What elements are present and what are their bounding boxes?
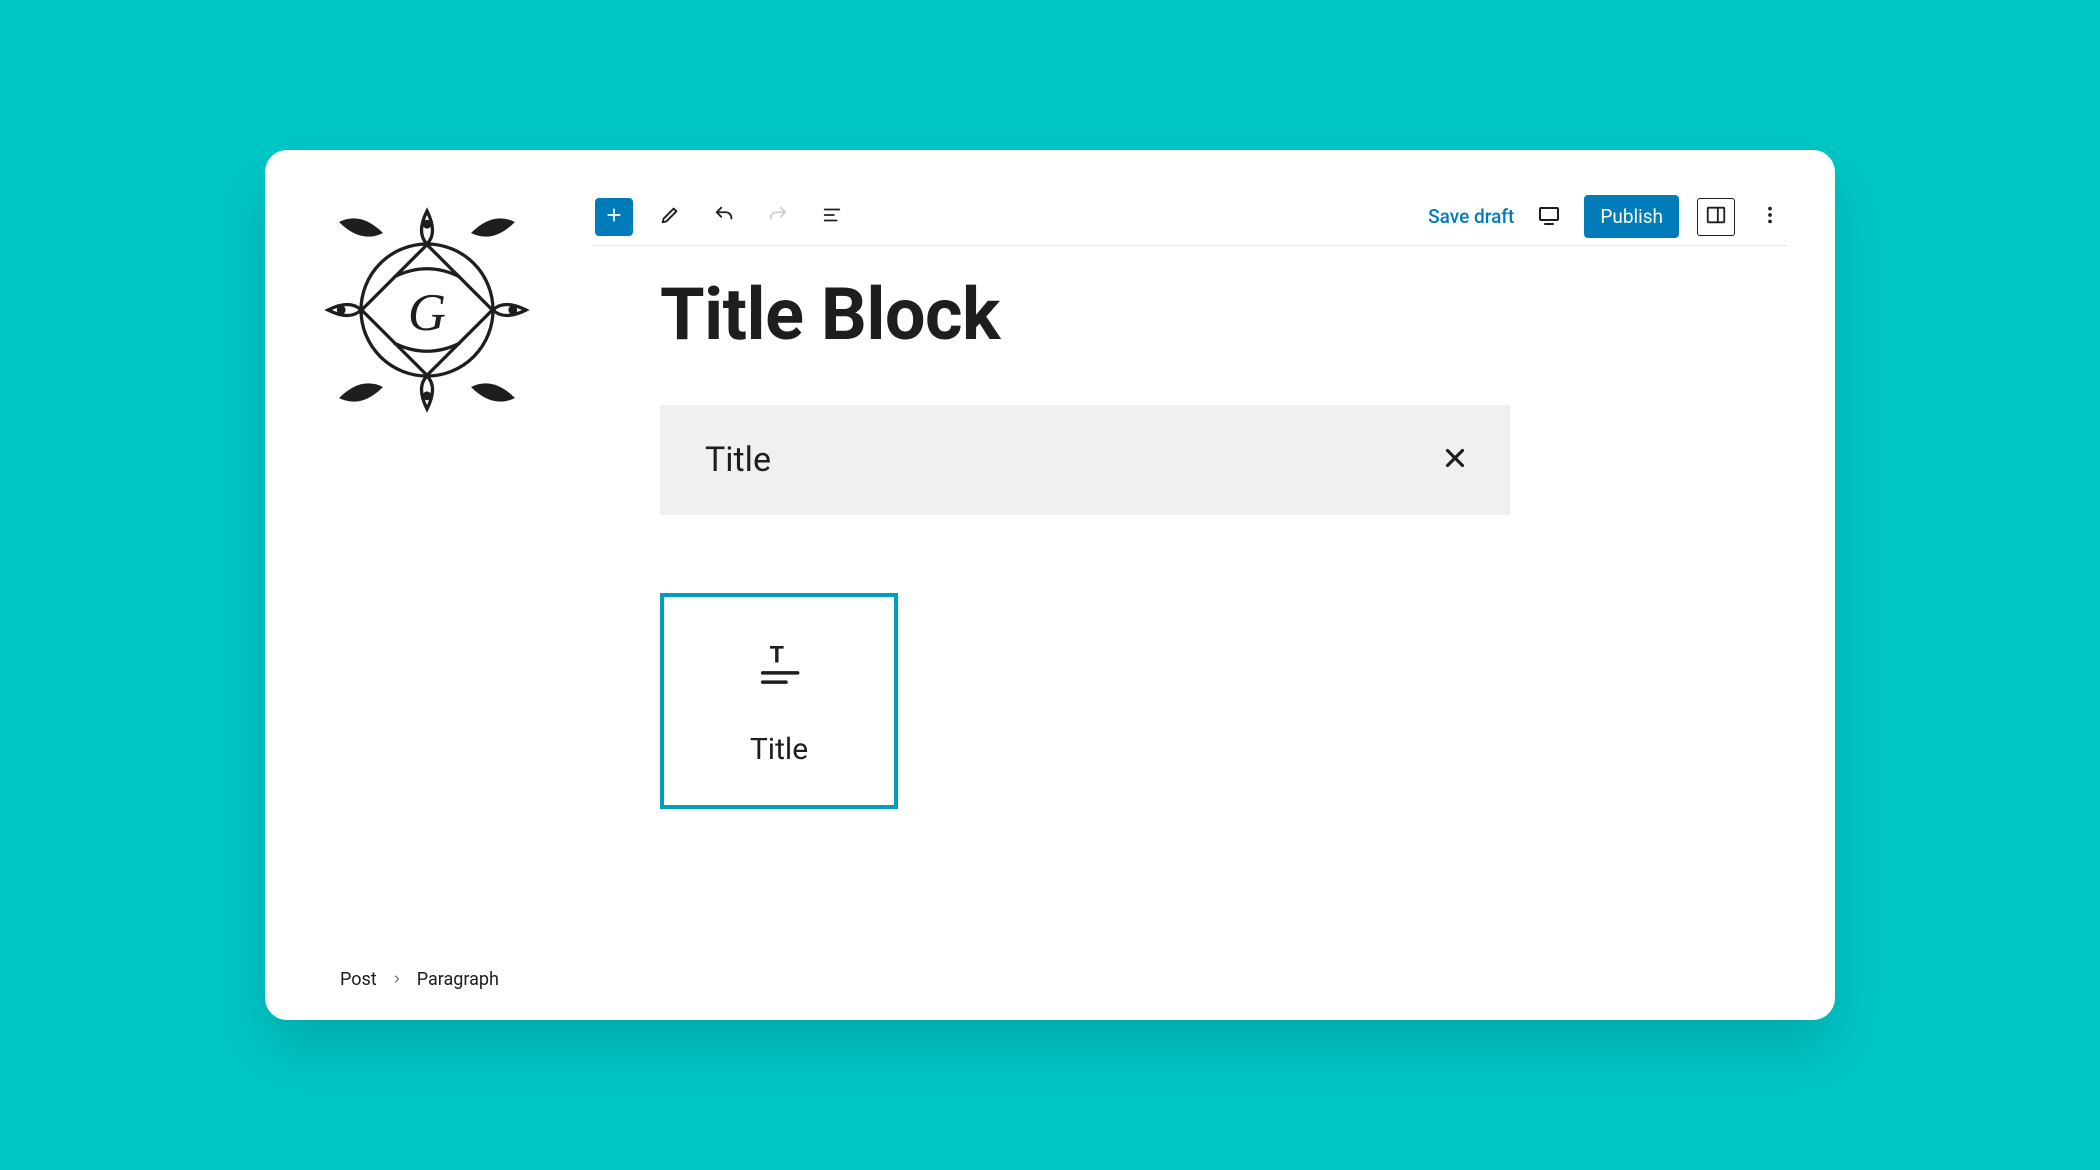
- editor-window: G: [265, 150, 1835, 1020]
- add-block-button[interactable]: [595, 198, 633, 236]
- editor-content: Title Block Title T Title: [660, 260, 1555, 930]
- close-icon: [1440, 443, 1470, 477]
- page-title[interactable]: Title Block: [660, 272, 1555, 357]
- redo-button[interactable]: [761, 200, 795, 234]
- plus-icon: [604, 205, 624, 229]
- more-vertical-icon: [1759, 204, 1781, 230]
- list-outline-icon: [821, 204, 843, 230]
- breadcrumb-leaf[interactable]: Paragraph: [417, 969, 499, 990]
- site-logo: G: [317, 200, 537, 420]
- document-outline-button[interactable]: [815, 200, 849, 234]
- save-draft-button[interactable]: Save draft: [1428, 205, 1514, 228]
- chevron-right-icon: [391, 969, 403, 990]
- editor-toolbar: Save draft Publish: [595, 188, 1787, 246]
- publish-button[interactable]: Publish: [1584, 195, 1679, 238]
- preview-button[interactable]: [1532, 200, 1566, 234]
- more-options-button[interactable]: [1753, 200, 1787, 234]
- sidebar-panel-icon: [1705, 204, 1727, 230]
- pencil-icon: [659, 204, 681, 230]
- svg-text:T: T: [770, 642, 784, 668]
- clear-search-button[interactable]: [1440, 443, 1470, 477]
- edit-tool-button[interactable]: [653, 200, 687, 234]
- title-block-icon: T: [751, 642, 807, 696]
- svg-text:G: G: [408, 284, 446, 342]
- breadcrumb-root[interactable]: Post: [340, 969, 377, 990]
- undo-icon: [713, 204, 735, 230]
- block-result-title[interactable]: T Title: [660, 593, 898, 809]
- redo-icon: [767, 204, 789, 230]
- block-search-input[interactable]: Title: [705, 440, 1440, 480]
- undo-button[interactable]: [707, 200, 741, 234]
- settings-panel-toggle[interactable]: [1697, 198, 1735, 236]
- toolbar-left-group: [595, 198, 849, 236]
- desktop-icon: [1537, 203, 1561, 231]
- toolbar-right-group: Save draft Publish: [1428, 195, 1787, 238]
- block-search-box[interactable]: Title: [660, 405, 1510, 515]
- breadcrumb: Post Paragraph: [340, 969, 499, 990]
- block-result-label: Title: [750, 732, 808, 767]
